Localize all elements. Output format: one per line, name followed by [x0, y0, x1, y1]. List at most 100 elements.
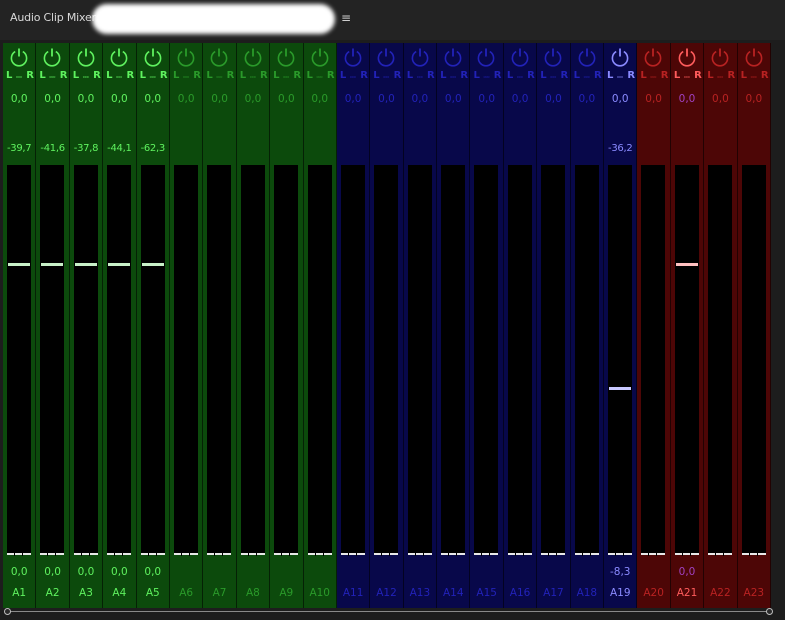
scrollbar-right-handle[interactable]	[766, 608, 773, 615]
pan-knob[interactable]: L ₀₀₀ R	[206, 70, 234, 82]
volume-value[interactable]: 0,0	[671, 566, 703, 578]
volume-fader-handle[interactable]	[74, 263, 97, 266]
power-icon[interactable]	[577, 47, 597, 67]
volume-fader-handle[interactable]	[108, 263, 131, 266]
volume-fader-track[interactable]	[274, 165, 299, 555]
volume-fader-track[interactable]	[140, 165, 165, 555]
volume-fader-track[interactable]	[708, 165, 733, 555]
pan-knob[interactable]: L ₀₀₀ R	[106, 70, 134, 82]
pan-value[interactable]: 0,0	[470, 93, 502, 105]
power-icon[interactable]	[243, 47, 263, 67]
power-icon[interactable]	[209, 47, 229, 67]
power-icon[interactable]	[643, 47, 663, 67]
pan-knob[interactable]: L ₀₀₀ R	[6, 70, 34, 82]
volume-value[interactable]: 0,0	[36, 566, 68, 578]
pan-knob[interactable]: L ₀₀₀ R	[140, 70, 168, 82]
pan-knob[interactable]: L ₀₀₀ R	[540, 70, 568, 82]
volume-fader-track[interactable]	[507, 165, 532, 555]
power-icon[interactable]	[543, 47, 563, 67]
volume-fader-track[interactable]	[407, 165, 432, 555]
power-icon[interactable]	[9, 47, 29, 67]
volume-fader-handle[interactable]	[141, 263, 164, 266]
volume-fader-handle[interactable]	[675, 263, 698, 266]
power-icon[interactable]	[710, 47, 730, 67]
volume-fader-track[interactable]	[40, 165, 65, 555]
panel-menu-icon[interactable]: ≡	[341, 11, 351, 25]
pan-value[interactable]: 0,0	[504, 93, 536, 105]
pan-knob[interactable]: L ₀₀₀ R	[240, 70, 268, 82]
power-icon[interactable]	[76, 47, 96, 67]
volume-fader-track[interactable]	[608, 165, 633, 555]
pan-knob[interactable]: L ₀₀₀ R	[640, 70, 668, 82]
volume-value[interactable]: 0,0	[103, 566, 135, 578]
pan-value[interactable]: 0,0	[738, 93, 770, 105]
pan-value[interactable]: 0,0	[237, 93, 269, 105]
pan-value[interactable]: 0,0	[304, 93, 336, 105]
pan-knob[interactable]: L ₀₀₀ R	[407, 70, 435, 82]
volume-fader-track[interactable]	[674, 165, 699, 555]
volume-fader-track[interactable]	[107, 165, 132, 555]
pan-knob[interactable]: L ₀₀₀ R	[73, 70, 101, 82]
power-icon[interactable]	[276, 47, 296, 67]
volume-fader-track[interactable]	[541, 165, 566, 555]
pan-knob[interactable]: L ₀₀₀ R	[507, 70, 535, 82]
volume-value[interactable]: -8,3	[604, 566, 636, 578]
pan-knob[interactable]: L ₀₀₀ R	[674, 70, 702, 82]
volume-value[interactable]: 0,0	[137, 566, 169, 578]
pan-value[interactable]: 0,0	[203, 93, 235, 105]
volume-value[interactable]: 0,0	[3, 566, 35, 578]
pan-knob[interactable]: L ₀₀₀ R	[707, 70, 735, 82]
pan-value[interactable]: 0,0	[404, 93, 436, 105]
volume-fader-track[interactable]	[574, 165, 599, 555]
power-icon[interactable]	[510, 47, 530, 67]
volume-value[interactable]: 0,0	[70, 566, 102, 578]
pan-value[interactable]: 0,0	[3, 93, 35, 105]
volume-fader-track[interactable]	[73, 165, 98, 555]
pan-knob[interactable]: L ₀₀₀ R	[373, 70, 401, 82]
horizontal-scrollbar[interactable]	[4, 608, 773, 615]
volume-fader-track[interactable]	[374, 165, 399, 555]
pan-knob[interactable]: L ₀₀₀ R	[307, 70, 335, 82]
volume-fader-track[interactable]	[307, 165, 332, 555]
volume-fader-track[interactable]	[741, 165, 766, 555]
scrollbar-left-handle[interactable]	[4, 608, 11, 615]
pan-value[interactable]: 0,0	[637, 93, 669, 105]
pan-value[interactable]: 0,0	[671, 93, 703, 105]
pan-value[interactable]: 0,0	[704, 93, 736, 105]
pan-value[interactable]: 0,0	[270, 93, 302, 105]
pan-knob[interactable]: L ₀₀₀ R	[741, 70, 769, 82]
volume-fader-track[interactable]	[207, 165, 232, 555]
pan-knob[interactable]: L ₀₀₀ R	[273, 70, 301, 82]
power-icon[interactable]	[443, 47, 463, 67]
volume-fader-handle[interactable]	[609, 387, 632, 390]
volume-fader-track[interactable]	[340, 165, 365, 555]
pan-value[interactable]: 0,0	[537, 93, 569, 105]
pan-value[interactable]: 0,0	[70, 93, 102, 105]
power-icon[interactable]	[476, 47, 496, 67]
pan-knob[interactable]: L ₀₀₀ R	[173, 70, 201, 82]
pan-knob[interactable]: L ₀₀₀ R	[340, 70, 368, 82]
pan-value[interactable]: 0,0	[170, 93, 202, 105]
volume-fader-handle[interactable]	[41, 263, 64, 266]
power-icon[interactable]	[677, 47, 697, 67]
pan-value[interactable]: 0,0	[337, 93, 369, 105]
pan-knob[interactable]: L ₀₀₀ R	[574, 70, 602, 82]
pan-knob[interactable]: L ₀₀₀ R	[39, 70, 67, 82]
pan-value[interactable]: 0,0	[36, 93, 68, 105]
power-icon[interactable]	[376, 47, 396, 67]
pan-value[interactable]: 0,0	[604, 93, 636, 105]
pan-value[interactable]: 0,0	[437, 93, 469, 105]
power-icon[interactable]	[610, 47, 630, 67]
power-icon[interactable]	[410, 47, 430, 67]
volume-fader-track[interactable]	[474, 165, 499, 555]
pan-knob[interactable]: L ₀₀₀ R	[440, 70, 468, 82]
volume-fader-track[interactable]	[641, 165, 666, 555]
pan-value[interactable]: 0,0	[571, 93, 603, 105]
pan-value[interactable]: 0,0	[370, 93, 402, 105]
power-icon[interactable]	[109, 47, 129, 67]
power-icon[interactable]	[744, 47, 764, 67]
pan-knob[interactable]: L ₀₀₀ R	[607, 70, 635, 82]
pan-value[interactable]: 0,0	[103, 93, 135, 105]
volume-fader-track[interactable]	[173, 165, 198, 555]
power-icon[interactable]	[343, 47, 363, 67]
